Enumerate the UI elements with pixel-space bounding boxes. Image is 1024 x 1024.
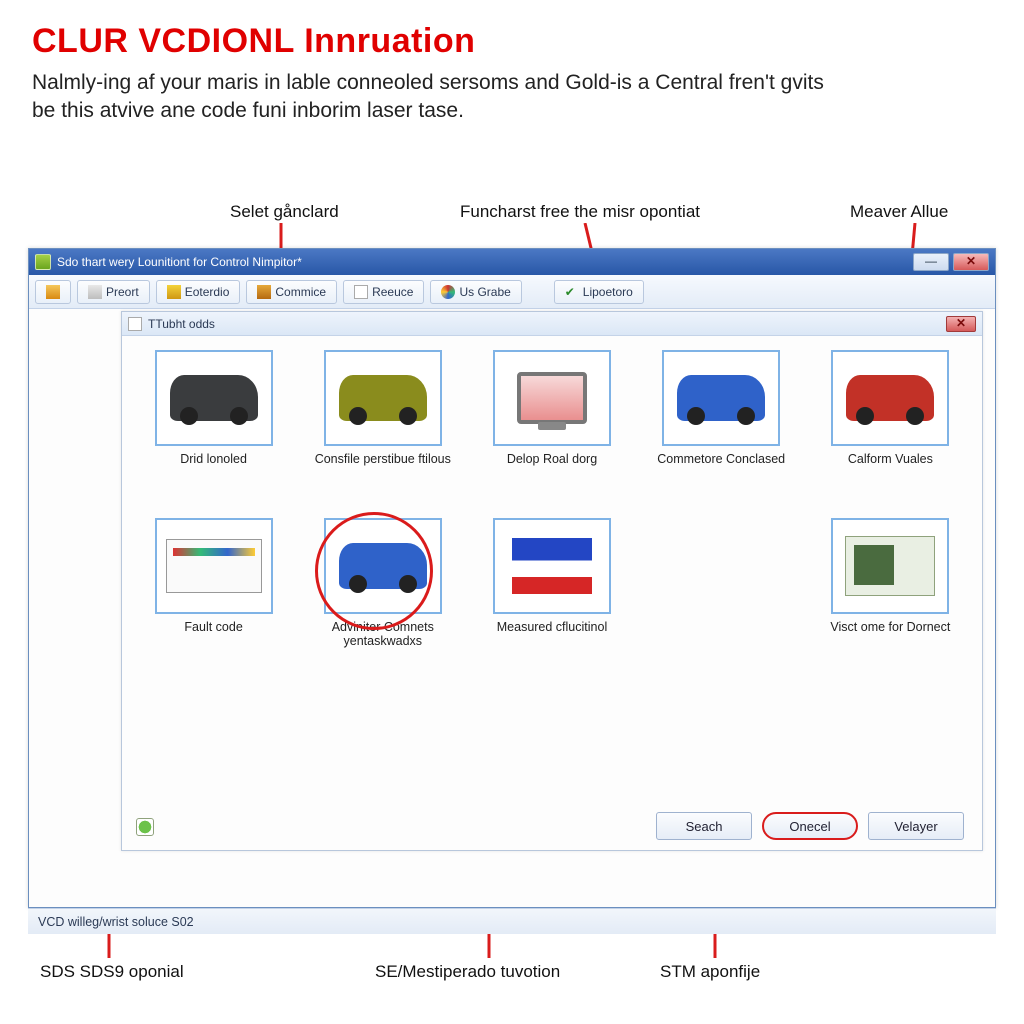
doc-icon (128, 317, 142, 331)
callout-top-mid: Funcharst free the misr opontiat (460, 202, 700, 222)
grid-item-6[interactable]: Adviniter Comnets yentaskwadxs (309, 518, 456, 668)
grid-item-label: Drid lonoled (180, 452, 247, 466)
globe-icon (441, 285, 455, 299)
grid-item-label: Delop Roal dorg (507, 452, 597, 466)
minimize-button[interactable]: — (913, 253, 949, 271)
grid-item-label: Consfile perstibue ftilous (315, 452, 451, 466)
toolbar-label: Eoterdio (185, 285, 230, 299)
grid-item-label: Measured cflucitinol (497, 620, 607, 634)
callout-top-right: Meaver Allue (850, 202, 948, 222)
toolbar: Preort Eoterdio Commice Reeuce Us Grabe … (29, 275, 995, 309)
grid-item-4[interactable]: Calform Vuales (817, 350, 964, 500)
velayer-button[interactable]: Velayer (868, 812, 964, 840)
toolbar-item-6[interactable]: ✔ Lipoetoro (554, 280, 644, 304)
status-bar: VCD willeg/wrist soluce S02 (28, 908, 996, 934)
page-icon (354, 285, 368, 299)
grid-item-5[interactable]: Fault code (140, 518, 287, 668)
grid-item-label: Fault code (184, 620, 242, 634)
toolbar-label: Commice (275, 285, 326, 299)
grid-item-label: Visct ome for Dornect (830, 620, 950, 634)
status-text: VCD willeg/wrist soluce S02 (38, 915, 194, 929)
titlebar[interactable]: Sdo thart wery Lounitiont for Control Ni… (29, 249, 995, 275)
grid-item-0[interactable]: Drid lonoled (140, 350, 287, 500)
grid-item-8[interactable]: Visct ome for Dornect (817, 518, 964, 668)
grid-item-label: Calform Vuales (848, 452, 933, 466)
toolbar-label: Reeuce (372, 285, 413, 299)
page-title: CLUR VCDIONL Innruation (0, 0, 1024, 65)
subwindow: TTubht odds ✕ Drid lonoled Consfile pers… (121, 311, 983, 851)
toolbar-label: Us Grabe (459, 285, 510, 299)
subwindow-title: TTubht odds (148, 317, 215, 331)
callout-bottom-mid: SE/Mestiperado tuvotion (375, 962, 560, 982)
callout-top-left: Selet gånclard (230, 202, 339, 222)
toolbar-item-1[interactable]: Preort (77, 280, 150, 304)
grid-item-1[interactable]: Consfile perstibue ftilous (309, 350, 456, 500)
toolbar-label: Preort (106, 285, 139, 299)
grid-item-2[interactable]: Delop Roal dorg (478, 350, 625, 500)
icon-grid: Drid lonoled Consfile perstibue ftilous … (122, 336, 982, 682)
window-title: Sdo thart wery Lounitiont for Control Ni… (57, 255, 302, 269)
page-subtitle: Nalmly-ing af your maris in lable conneo… (0, 65, 880, 136)
toolbar-item-3[interactable]: Commice (246, 280, 337, 304)
search-button[interactable]: Seach (656, 812, 752, 840)
toolbar-item-2[interactable]: Eoterdio (156, 280, 241, 304)
check-icon: ✔ (565, 285, 579, 299)
toolbar-item-5[interactable]: Us Grabe (430, 280, 521, 304)
desktop-area: DE-Gentroil Dieolificauer Opcoter Congtt… (28, 248, 996, 934)
callout-bottom-right: STM aponfije (660, 962, 760, 982)
onecel-button[interactable]: Onecel (762, 812, 858, 840)
toolbar-item-4[interactable]: Reeuce (343, 280, 424, 304)
badge-icon (257, 285, 271, 299)
app-window: Sdo thart wery Lounitiont for Control Ni… (28, 248, 996, 908)
shield-icon (167, 285, 181, 299)
footer-buttons: Seach Onecel Velayer (656, 812, 964, 840)
subwindow-close-button[interactable]: ✕ (946, 316, 976, 332)
status-indicator-icon[interactable] (136, 818, 154, 836)
grid-item-3[interactable]: Commetore Conclased (648, 350, 795, 500)
subwindow-titlebar[interactable]: TTubht odds ✕ (122, 312, 982, 336)
files-icon (46, 285, 60, 299)
close-button[interactable]: ✕ (953, 253, 989, 271)
doc-icon (88, 285, 102, 299)
app-icon (35, 254, 51, 270)
toolbar-item-0[interactable] (35, 280, 71, 304)
grid-item-label: Commetore Conclased (657, 452, 785, 466)
toolbar-label: Lipoetoro (583, 285, 633, 299)
grid-item-7[interactable]: Measured cflucitinol (478, 518, 625, 668)
highlight-ring (315, 512, 433, 630)
callout-bottom-left: SDS SDS9 oponial (40, 962, 184, 982)
